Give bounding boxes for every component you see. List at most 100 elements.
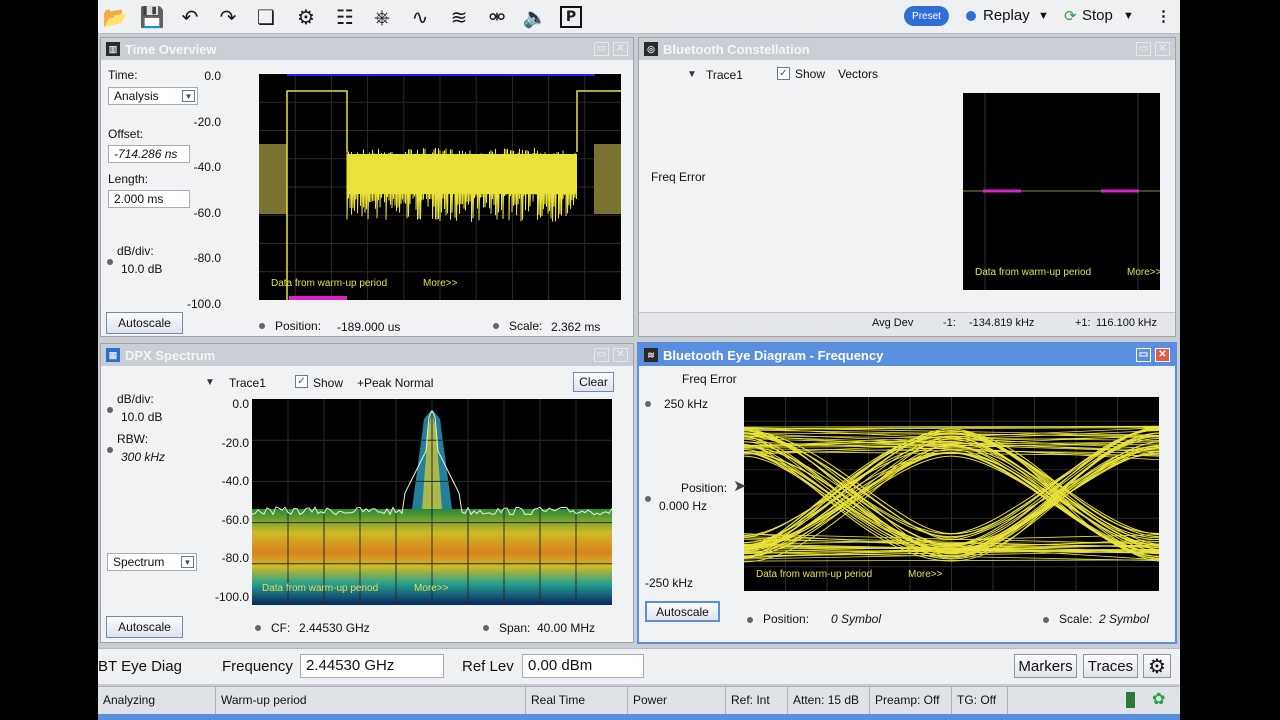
rbw-knob-icon[interactable] (107, 447, 113, 453)
p-icon[interactable]: P (560, 6, 582, 28)
trigger-icon[interactable]: ⎈ (369, 4, 395, 30)
chevron-down-icon: ▼ (182, 90, 195, 102)
frequency-field[interactable]: 2.44530 GHz (300, 654, 444, 678)
cf-value[interactable]: 2.44530 GHz (299, 621, 370, 635)
windows-icon[interactable]: ❏ (253, 4, 279, 30)
dbdiv-label: dB/div: (117, 392, 154, 406)
dbdiv-knob-icon[interactable] (107, 407, 113, 413)
more-link[interactable]: More>> (1127, 267, 1160, 278)
dbdiv-value[interactable]: 10.0 dB (121, 262, 162, 276)
replay-button[interactable]: Replay (983, 7, 1030, 24)
show-checkbox[interactable]: ✓ (777, 67, 790, 80)
markers-button[interactable]: Markers (1014, 654, 1077, 678)
autoscale-button[interactable]: Autoscale (645, 601, 720, 622)
span-value[interactable]: 40.00 MHz (537, 621, 595, 635)
maximize-icon[interactable]: ▭ (1136, 348, 1151, 362)
cf-knob-icon[interactable] (255, 625, 261, 631)
close-icon[interactable]: ✕ (613, 42, 628, 56)
trace-label: Trace1 (706, 68, 743, 82)
save-icon[interactable]: 💾 (139, 4, 165, 30)
position-knob-icon[interactable] (259, 323, 265, 329)
top-value[interactable]: 250 kHz (664, 397, 708, 411)
show-checkbox[interactable]: ✓ (295, 375, 308, 388)
scale-value[interactable]: 2.362 ms (551, 320, 600, 334)
pre-trigger-region (259, 144, 287, 214)
time-overview-tick-label: -60.0 (193, 205, 221, 220)
stop-chevron-down-icon[interactable]: ▼ (1123, 10, 1134, 22)
dbdiv-knob-icon[interactable] (107, 259, 113, 265)
status-tg[interactable]: TG: Off (952, 687, 1008, 714)
battery-icon (1126, 692, 1135, 708)
dpx-spectrum-plot[interactable]: Data from warm-up period More>> (252, 399, 612, 605)
position-value[interactable]: -189.000 us (337, 320, 400, 334)
maximize-icon[interactable]: ▭ (594, 348, 609, 362)
freq-error-label: Freq Error (682, 372, 737, 386)
more-link[interactable]: More>> (423, 278, 457, 289)
dpx-tick-label: -100.0 (214, 589, 249, 604)
more-link[interactable]: More>> (908, 569, 942, 580)
measurement-name[interactable]: BT Eye Diag (98, 658, 182, 675)
traces-button[interactable]: Traces (1083, 654, 1138, 678)
scale-value[interactable]: 2 Symbol (1099, 612, 1149, 626)
status-preamp[interactable]: Preamp: Off (870, 687, 952, 714)
close-icon[interactable]: ✕ (1155, 348, 1170, 362)
vectors-label[interactable]: Vectors (838, 67, 878, 81)
status-mode[interactable]: Real Time (526, 687, 628, 714)
folder-open-icon[interactable]: 📂 (102, 4, 128, 30)
waveform-icon[interactable]: ∿ (407, 4, 433, 30)
hpos-knob-icon[interactable] (747, 617, 753, 623)
status-trigger[interactable]: Power (628, 687, 726, 714)
clear-button[interactable]: Clear (573, 372, 614, 392)
more-vertical-icon[interactable]: ⋮ (1156, 7, 1171, 25)
scale-knob-icon[interactable] (1043, 617, 1049, 623)
close-icon[interactable]: ✕ (613, 348, 628, 362)
ref-level-field[interactable]: 0.00 dBm (522, 654, 644, 678)
freq-error-label: Freq Error (651, 170, 706, 184)
hpos-value[interactable]: 0 Symbol (831, 612, 881, 626)
settings-gear-icon[interactable]: ⚙ (293, 4, 319, 30)
top-knob-icon[interactable] (645, 401, 651, 407)
constellation-plot[interactable]: Data from warm-up period More>> (963, 93, 1160, 290)
time-select[interactable]: Analysis ▼ (108, 87, 198, 105)
autoscale-button[interactable]: Autoscale (106, 312, 183, 334)
status-atten[interactable]: Atten: 15 dB (788, 687, 870, 714)
time-overview-tick-label: -100.0 (186, 296, 221, 311)
eye-titlebar: ≋ Bluetooth Eye Diagram - Frequency ▭ ✕ (639, 344, 1175, 366)
panel-title: Time Overview (125, 42, 217, 57)
spectrogram-icon[interactable]: ≋ (446, 4, 472, 30)
settings-gear-icon[interactable]: ⚙ (1143, 654, 1171, 678)
undo-icon[interactable]: ↶ (177, 4, 203, 30)
eye-diagram-plot[interactable]: Data from warm-up period More>> (744, 397, 1159, 591)
close-icon[interactable]: ✕ (1155, 42, 1170, 56)
autoscale-button[interactable]: Autoscale (106, 616, 183, 638)
time-overview-panel: ▥ Time Overview ▭ ✕ Time: Analysis ▼ Offs… (100, 37, 634, 337)
replay-chevron-down-icon[interactable]: ▼ (1038, 10, 1049, 22)
warmup-text: Data from warm-up period (756, 569, 873, 580)
redo-icon[interactable]: ↷ (215, 4, 241, 30)
dbdiv-value[interactable]: 10.0 dB (121, 410, 162, 424)
position-value[interactable]: 0.000 Hz (659, 499, 707, 513)
span-knob-icon[interactable] (483, 625, 489, 631)
more-link[interactable]: More>> (414, 583, 448, 594)
time-overview-plot[interactable]: Data from warm-up period More>> (259, 74, 621, 300)
preset-button[interactable]: Preset (904, 6, 949, 26)
mode-select[interactable]: Spectrum ▼ (107, 553, 197, 571)
probe-icon[interactable]: ⚮ (484, 4, 510, 30)
detector-label[interactable]: +Peak Normal (357, 376, 433, 390)
constellation-icon: ◎ (644, 42, 658, 56)
trace-chevron-down-icon[interactable]: ▼ (205, 377, 215, 388)
scale-knob-icon[interactable] (493, 323, 499, 329)
speaker-icon[interactable]: 🔈 (522, 4, 548, 30)
maximize-icon[interactable]: ▭ (1136, 42, 1151, 56)
tag-icon[interactable]: ☷ (332, 4, 358, 30)
status-ref[interactable]: Ref: Int (726, 687, 788, 714)
position-knob-icon[interactable] (645, 496, 651, 502)
stop-button[interactable]: Stop (1082, 7, 1113, 24)
post-region (594, 144, 621, 214)
bottom-value[interactable]: -250 kHz (645, 576, 693, 590)
trace-chevron-down-icon[interactable]: ▼ (687, 69, 697, 80)
replay-dot-icon (966, 11, 976, 21)
maximize-icon[interactable]: ▭ (594, 42, 609, 56)
main-toolbar: 📂 💾 ↶ ↷ ❏ ⚙ ☷ ⎈ ∿ ≋ ⚮ 🔈 P Preset Replay … (98, 0, 1180, 34)
rbw-value[interactable]: 300 kHz (121, 450, 165, 464)
